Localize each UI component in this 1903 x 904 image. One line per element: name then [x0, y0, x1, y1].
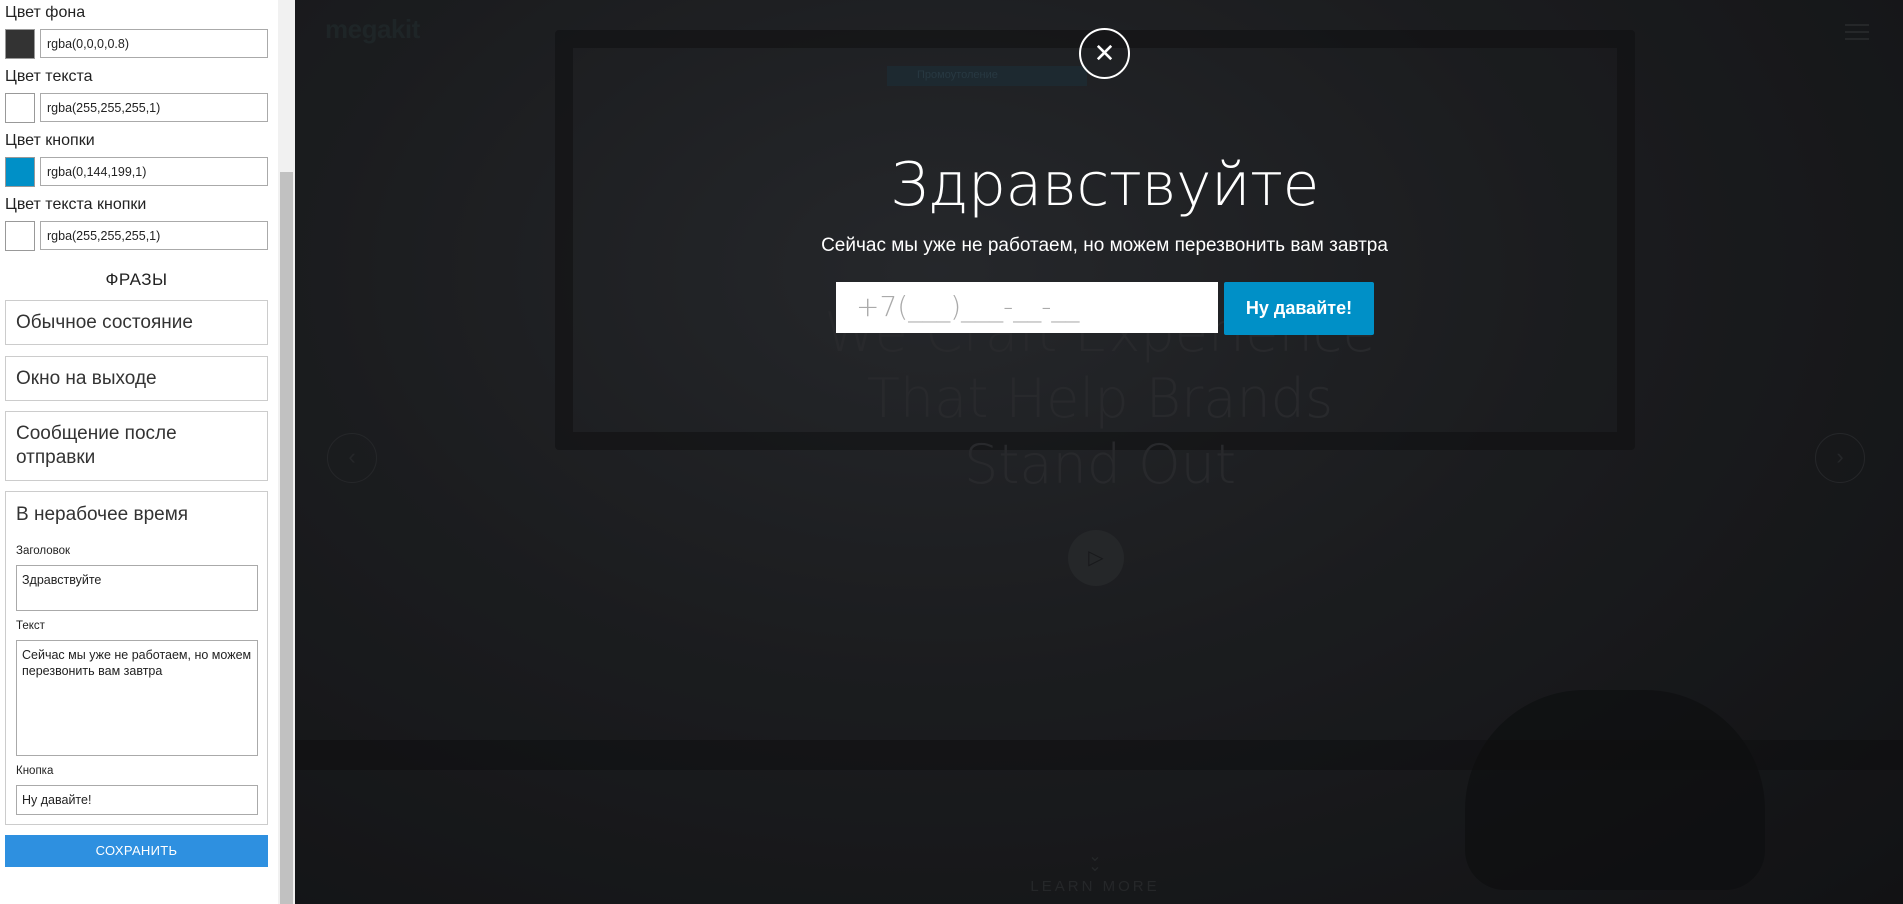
- phrase-exit-button[interactable]: Окно на выходе: [5, 356, 268, 401]
- text-field-label: Текст: [16, 620, 45, 632]
- button-field[interactable]: Ну давайте!: [16, 785, 258, 815]
- phone-input[interactable]: +7(___)___-__-__: [836, 282, 1218, 333]
- text-color-label: Цвет текста: [5, 68, 93, 85]
- button-color-label: Цвет кнопки: [5, 132, 95, 149]
- modal-text: Сейчас мы уже не работаем, но можем пере…: [821, 235, 1388, 256]
- phrase-offhours-section: В нерабочее время Заголовок Здравствуйте…: [5, 491, 268, 825]
- phrase-after-send-button[interactable]: Сообщение после отправки: [5, 411, 268, 481]
- bg-color-label: Цвет фона: [5, 4, 86, 21]
- site-preview: megakit Промоутоление We Craft Experienc…: [295, 0, 1903, 904]
- phrases-title: ФРАЗЫ: [105, 270, 168, 289]
- submit-button[interactable]: Ну давайте!: [1224, 282, 1374, 335]
- button-color-input[interactable]: rgba(0,144,199,1): [40, 157, 268, 186]
- settings-panel: Цвет фона rgba(0,0,0,0.8) Цвет текста rg…: [0, 0, 278, 904]
- button-text-color-label: Цвет текста кнопки: [5, 196, 147, 213]
- modal-overlay: [295, 0, 1903, 904]
- heading-field[interactable]: Здравствуйте: [16, 565, 258, 611]
- bg-color-swatch[interactable]: [5, 29, 35, 59]
- save-button[interactable]: СОХРАНИТЬ: [5, 835, 268, 867]
- button-text-color-input[interactable]: rgba(255,255,255,1): [40, 221, 268, 250]
- text-color-swatch[interactable]: [5, 93, 35, 123]
- button-field-label: Кнопка: [16, 765, 54, 777]
- button-color-swatch[interactable]: [5, 157, 35, 187]
- panel-scrollbar-thumb[interactable]: [280, 172, 293, 904]
- button-text-color-swatch[interactable]: [5, 221, 35, 251]
- heading-field-label: Заголовок: [16, 545, 71, 557]
- close-icon[interactable]: ✕: [1079, 28, 1130, 79]
- text-field[interactable]: Сейчас мы уже не работаем, но можем пере…: [16, 640, 258, 756]
- text-color-input[interactable]: rgba(255,255,255,1): [40, 93, 268, 122]
- phrase-normal-button[interactable]: Обычное состояние: [5, 300, 268, 345]
- phrase-offhours-title[interactable]: В нерабочее время: [16, 504, 188, 526]
- modal-title: Здравствуйте: [890, 150, 1319, 220]
- bg-color-input[interactable]: rgba(0,0,0,0.8): [40, 29, 268, 58]
